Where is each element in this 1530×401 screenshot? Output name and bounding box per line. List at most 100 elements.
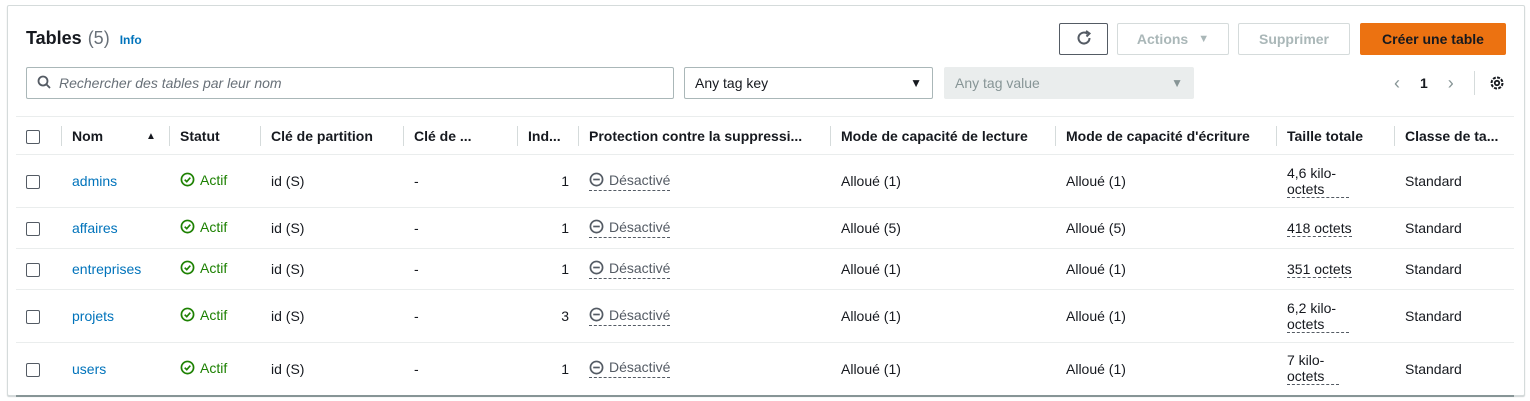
total-size[interactable]: 4,6 kilo-octets — [1287, 165, 1349, 198]
refresh-button[interactable] — [1059, 23, 1108, 55]
column-header-indexes[interactable]: Ind... — [518, 116, 579, 155]
check-circle-icon — [180, 307, 195, 322]
table-class: Standard — [1395, 207, 1514, 249]
table-name-link[interactable]: entreprises — [72, 261, 141, 277]
row-checkbox[interactable] — [26, 362, 40, 377]
write-capacity-mode: Alloué (1) — [1056, 289, 1277, 343]
search-input[interactable] — [59, 75, 639, 91]
select-all-checkbox[interactable] — [26, 129, 40, 144]
column-header-table-class[interactable]: Classe de ta... — [1395, 116, 1514, 155]
current-page[interactable]: 1 — [1420, 75, 1428, 91]
delete-button[interactable]: Supprimer — [1238, 23, 1350, 55]
column-header-deletion-protection[interactable]: Protection contre la suppressi... — [579, 116, 831, 155]
table-header-row: Nom ▲ Statut Clé de partition Clé de ... … — [16, 116, 1514, 155]
table-row[interactable]: affaires Actif id (S) - 1 Désactivé Allo… — [16, 207, 1514, 249]
column-header-partition-key[interactable]: Clé de partition — [261, 116, 404, 155]
sort-key: - — [404, 248, 518, 290]
deletion-protection[interactable]: Désactivé — [589, 307, 671, 326]
chevron-left-icon[interactable]: ‹ — [1388, 73, 1406, 94]
table-name-link[interactable]: admins — [72, 173, 117, 189]
caret-down-icon: ▼ — [910, 76, 922, 90]
read-capacity-mode: Alloué (1) — [831, 289, 1056, 343]
table-name-link[interactable]: affaires — [72, 220, 118, 236]
column-header-write-capacity[interactable]: Mode de capacité d'écriture — [1056, 116, 1277, 155]
search-box[interactable] — [26, 67, 674, 99]
partition-key: id (S) — [261, 248, 404, 290]
deletion-protection[interactable]: Désactivé — [589, 260, 671, 279]
check-circle-icon — [180, 219, 195, 234]
column-header-sort-key[interactable]: Clé de ... — [404, 116, 518, 155]
total-size[interactable]: 351 octets — [1287, 261, 1352, 278]
status-badge: Actif — [180, 260, 227, 276]
total-size[interactable]: 6,2 kilo-octets — [1287, 300, 1349, 333]
tag-value-select[interactable]: Any tag value ▼ — [944, 67, 1194, 99]
row-checkbox[interactable] — [26, 222, 40, 237]
check-circle-icon — [180, 360, 195, 375]
index-count: 1 — [518, 248, 579, 290]
index-count: 1 — [518, 342, 579, 397]
table-row[interactable]: projets Actif id (S) - 3 Désactivé Allou… — [16, 289, 1514, 343]
sort-ascending-icon: ▲ — [146, 131, 156, 142]
deletion-protection[interactable]: Désactivé — [589, 359, 671, 379]
gear-icon[interactable] — [1487, 73, 1507, 93]
caret-down-icon: ▼ — [1171, 76, 1183, 90]
table-row[interactable]: users Actif id (S) - 1 Désactivé Alloué … — [16, 342, 1514, 397]
table-name-link[interactable]: projets — [72, 308, 114, 324]
read-capacity-mode: Alloué (1) — [831, 154, 1056, 208]
write-capacity-mode: Alloué (1) — [1056, 342, 1277, 397]
table-class: Standard — [1395, 154, 1514, 208]
row-checkbox[interactable] — [26, 310, 40, 325]
tables-list: Nom ▲ Statut Clé de partition Clé de ... … — [16, 116, 1514, 397]
column-header-status[interactable]: Statut — [170, 116, 261, 155]
table-class: Standard — [1395, 289, 1514, 343]
caret-down-icon: ▼ — [1198, 33, 1210, 45]
write-capacity-mode: Alloué (5) — [1056, 207, 1277, 249]
create-label: Créer une table — [1382, 31, 1484, 47]
search-icon — [37, 75, 51, 92]
index-count: 3 — [518, 289, 579, 343]
sort-key: - — [404, 342, 518, 397]
tables-panel: Tables (5) Info Actions ▼ Supprimer Crée… — [7, 5, 1525, 397]
table-name-link[interactable]: users — [72, 361, 106, 377]
page-title: Tables — [26, 28, 82, 48]
refresh-icon — [1075, 29, 1093, 50]
pagination: ‹ 1 › — [1388, 71, 1507, 95]
status-badge: Actif — [180, 307, 227, 323]
column-header-read-capacity[interactable]: Mode de capacité de lecture — [831, 116, 1056, 155]
table-count: (5) — [87, 28, 110, 48]
actions-button[interactable]: Actions ▼ — [1117, 23, 1229, 55]
deletion-protection[interactable]: Désactivé — [589, 172, 671, 191]
total-size[interactable]: 418 octets — [1287, 220, 1352, 237]
status-badge: Actif — [180, 219, 227, 235]
sort-key: - — [404, 154, 518, 208]
create-table-button[interactable]: Créer une table — [1360, 23, 1506, 55]
check-circle-icon — [180, 172, 195, 187]
tag-key-select[interactable]: Any tag key ▼ — [684, 67, 933, 99]
read-capacity-mode: Alloué (1) — [831, 248, 1056, 290]
total-size[interactable]: 7 kilo-octets — [1287, 352, 1339, 386]
delete-label: Supprimer — [1258, 31, 1329, 47]
table-class: Standard — [1395, 248, 1514, 290]
read-capacity-mode: Alloué (5) — [831, 207, 1056, 249]
deletion-protection[interactable]: Désactivé — [589, 219, 671, 238]
status-badge: Actif — [180, 360, 227, 376]
write-capacity-mode: Alloué (1) — [1056, 248, 1277, 290]
row-checkbox[interactable] — [26, 263, 40, 278]
minus-circle-icon — [589, 360, 604, 375]
table-row[interactable]: admins Actif id (S) - 1 Désactivé Alloué… — [16, 154, 1514, 208]
column-header-name[interactable]: Nom ▲ — [62, 116, 170, 155]
select-all-cell — [16, 116, 62, 155]
row-checkbox[interactable] — [26, 175, 40, 190]
check-circle-icon — [180, 260, 195, 275]
table-row[interactable]: entreprises Actif id (S) - 1 Désactivé A… — [16, 248, 1514, 290]
minus-circle-icon — [589, 172, 604, 187]
read-capacity-mode: Alloué (1) — [831, 342, 1056, 397]
sort-key: - — [404, 289, 518, 343]
partition-key: id (S) — [261, 342, 404, 397]
index-count: 1 — [518, 154, 579, 208]
info-link[interactable]: Info — [120, 33, 142, 47]
pagination-divider — [1473, 71, 1475, 95]
status-badge: Actif — [180, 172, 227, 188]
column-header-total-size[interactable]: Taille totale — [1277, 116, 1395, 155]
chevron-right-icon[interactable]: › — [1442, 73, 1460, 94]
